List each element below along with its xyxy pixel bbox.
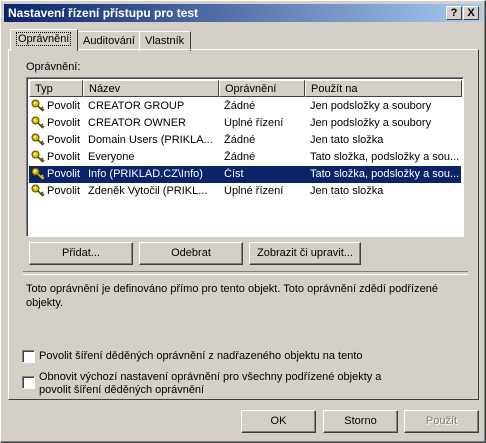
cancel-button[interactable]: Storno (323, 410, 398, 433)
tab-auditing[interactable]: Auditování (77, 31, 140, 51)
tab-panel (8, 49, 479, 400)
ok-button[interactable]: OK (241, 410, 316, 433)
title-bar[interactable]: Nastavení řízení přístupu pro test ? X (4, 4, 482, 22)
tab-owner[interactable]: Vlastník (139, 31, 191, 51)
tab-auditing-label: Auditování (83, 35, 135, 47)
close-button[interactable]: X (463, 6, 479, 20)
apply-button[interactable]: Použít (404, 410, 479, 433)
window-title: Nastavení řízení přístupu pro test (8, 6, 199, 20)
tab-permissions-label: Oprávnění (16, 32, 72, 46)
tab-owner-label: Vlastník (145, 35, 185, 47)
permissions-dialog: Nastavení řízení přístupu pro test ? X O… (0, 0, 486, 443)
help-button[interactable]: ? (446, 6, 462, 20)
tab-permissions[interactable]: Oprávnění (10, 29, 78, 51)
